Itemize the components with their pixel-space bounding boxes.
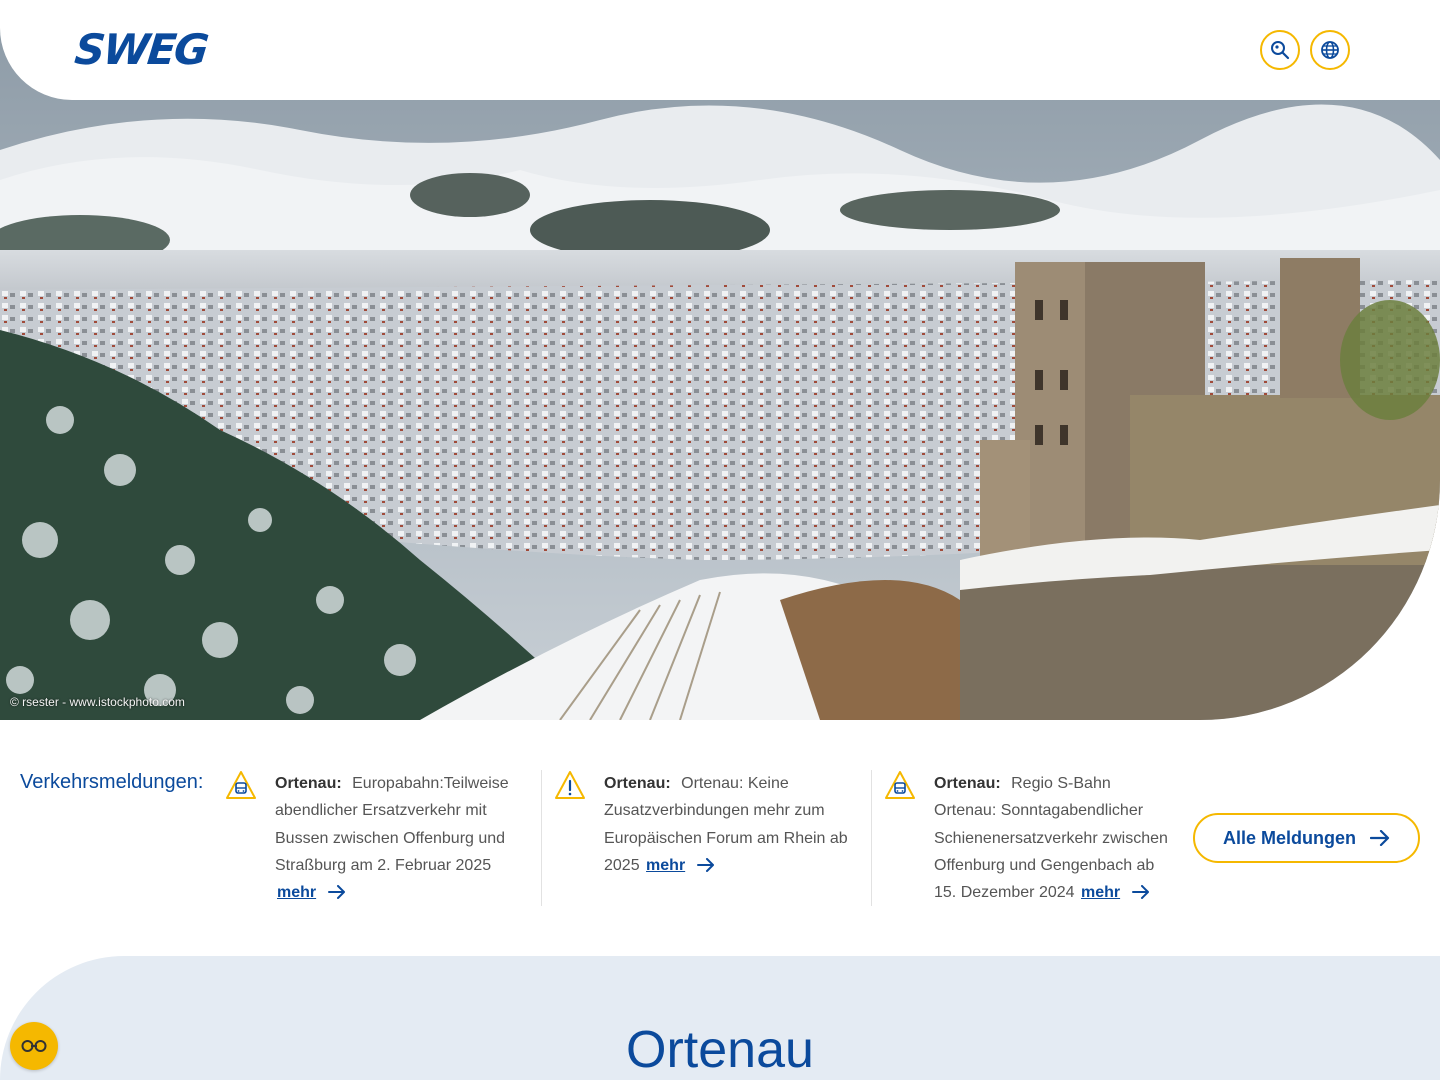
notice-more-link[interactable]: mehr [277,884,316,901]
hero-image: © rsester - www.istockphoto.com [0,0,1440,720]
sweg-logo[interactable]: SWEG [72,25,237,74]
search-icon [1271,41,1290,60]
traffic-notice: Ortenau: Europabahn:Teilweise abendliche… [225,770,525,906]
arrow-right-icon [328,885,346,900]
photo-credit: © rsester - www.istockphoto.com [10,695,185,709]
traffic-notice: Ortenau: Regio S-Bahn Ortenau: Sonntagab… [884,770,1174,906]
exclamation-warning-icon [555,771,585,799]
language-button[interactable] [1310,30,1350,70]
divider [541,770,542,906]
search-button[interactable] [1260,30,1300,70]
logo-text: SWEG [72,25,210,74]
notice-region: Ortenau: [934,775,1001,792]
castle-ruin [960,258,1440,720]
cookie-settings-icon [21,1040,47,1052]
notice-more-link[interactable]: mehr [646,857,685,874]
bus-warning-icon [885,771,915,799]
traffic-notice: Ortenau: Ortenau: Keine Zusatzverbindung… [554,770,854,906]
notice-region: Ortenau: [604,775,671,792]
arrow-right-icon [1370,830,1390,846]
all-notices-button[interactable]: Alle Meldungen [1193,813,1420,863]
arrow-right-icon [1132,885,1150,900]
globe-icon [1321,41,1339,59]
traffic-notices-label: Verkehrsmeldungen: [20,771,204,793]
notice-region: Ortenau: [275,775,342,792]
notice-more-link[interactable]: mehr [1081,884,1120,901]
notice-text: Regio S-Bahn Ortenau: Sonntagabendlicher… [934,775,1168,902]
cookie-settings-button[interactable] [10,1022,58,1070]
region-title: Ortenau [626,1021,814,1079]
all-notices-label: Alle Meldungen [1222,827,1356,848]
winter-landscape-photo [0,0,1440,720]
arrow-right-icon [697,857,715,872]
bus-warning-icon [226,771,256,799]
site-header: SWEG [0,0,1440,100]
divider [871,770,872,906]
